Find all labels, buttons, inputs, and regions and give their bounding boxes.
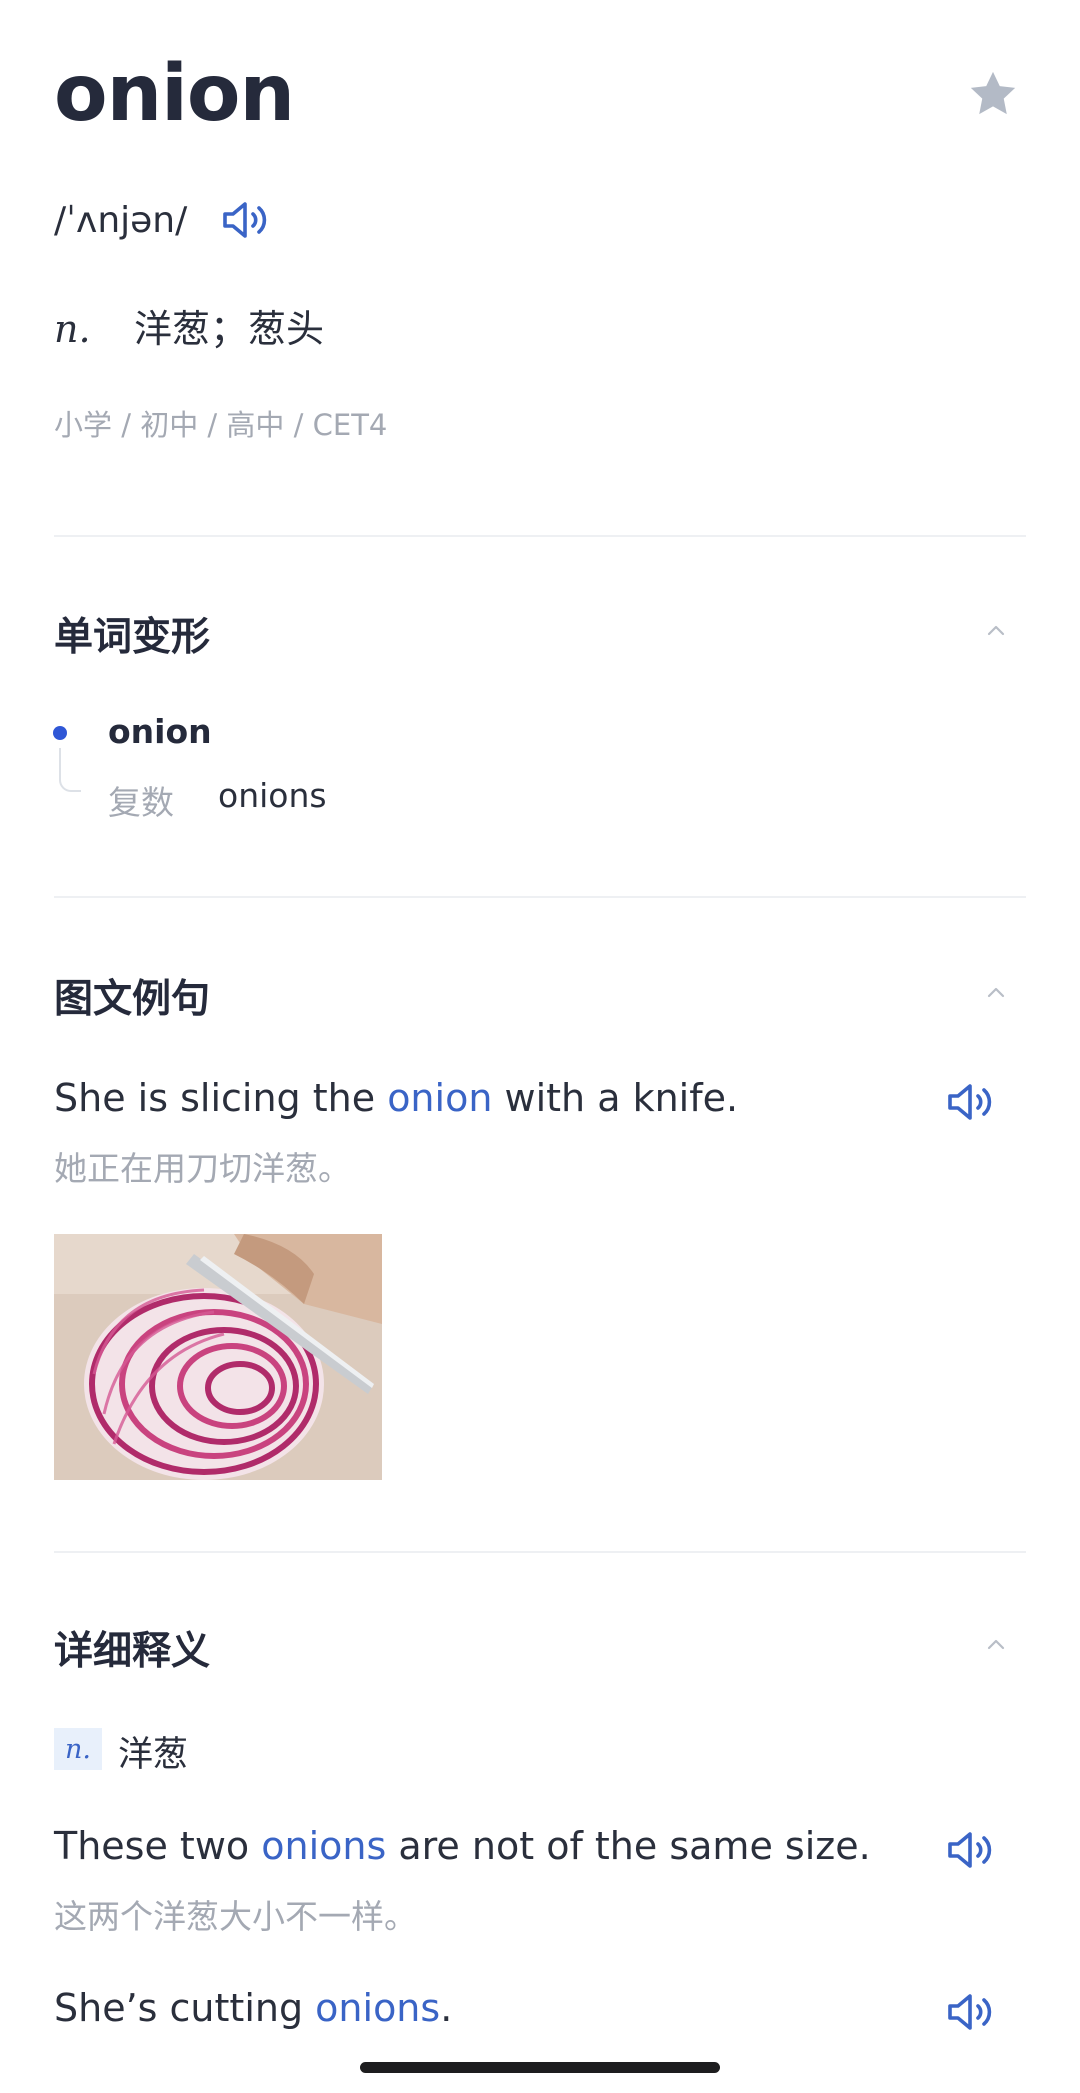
example-text: . <box>440 1986 453 2030</box>
collapse-examples-chevron-up-icon[interactable] <box>980 976 1012 1008</box>
picture-example-translation: 她正在用刀切洋葱。 <box>54 1149 351 1188</box>
pos-badge: n. <box>54 1728 102 1770</box>
example-text: with a knife. <box>492 1076 739 1120</box>
section-title-forms: 单词变形 <box>54 615 211 660</box>
divider <box>54 896 1026 898</box>
example-keyword: onion <box>387 1076 493 1120</box>
example-keyword: onions <box>315 1986 441 2030</box>
divider <box>54 535 1026 537</box>
detail-example-sentence: These two onions are not of the same siz… <box>54 1824 871 1868</box>
form-bullet <box>53 726 67 740</box>
section-title-examples: 图文例句 <box>54 977 211 1022</box>
plural-label: 复数 <box>108 783 174 822</box>
picture-example-sentence: She is slicing the onion with a knife. <box>54 1076 738 1120</box>
divider <box>54 1551 1026 1553</box>
definition-pos: n. <box>54 307 91 351</box>
example-keyword: onions <box>261 1824 387 1868</box>
home-indicator[interactable] <box>360 2062 720 2073</box>
level-tags: 小学 / 初中 / 高中 / CET4 <box>54 408 388 442</box>
example-text: She’s cutting <box>54 1986 316 2030</box>
example-text: These two <box>54 1824 262 1868</box>
detail-example-translation: 这两个洋葱大小不一样。 <box>54 1897 417 1936</box>
pronunciation-speaker-icon[interactable] <box>221 198 273 242</box>
phonetic-text: /ˈʌnjən/ <box>54 199 188 241</box>
form-tree-line <box>59 748 81 792</box>
sense-meaning: 洋葱 <box>118 1735 189 1775</box>
favorite-star-icon[interactable] <box>965 66 1021 122</box>
picture-example-speaker-icon[interactable] <box>946 1080 998 1124</box>
section-title-detail: 详细释义 <box>54 1629 211 1674</box>
detail-example-sentence: She’s cutting onions. <box>54 1986 452 2030</box>
definition-text: 洋葱；葱头 <box>134 307 325 351</box>
pronunciation-row: /ˈʌnjən/ <box>54 190 273 250</box>
plural-value[interactable]: onions <box>218 776 327 815</box>
detail-example-speaker-icon[interactable] <box>946 1828 998 1872</box>
example-photo-onion-slicing[interactable] <box>54 1234 382 1480</box>
example-text: She is slicing the <box>54 1076 388 1120</box>
collapse-detail-chevron-up-icon[interactable] <box>980 1628 1012 1660</box>
example-text: are not of the same size. <box>386 1824 871 1868</box>
definition-row: n. 洋葱；葱头 <box>54 298 324 353</box>
word-title: onion <box>54 49 295 139</box>
detail-example-speaker-icon[interactable] <box>946 1990 998 2034</box>
collapse-forms-chevron-up-icon[interactable] <box>980 614 1012 646</box>
form-base-word: onion <box>108 712 212 751</box>
